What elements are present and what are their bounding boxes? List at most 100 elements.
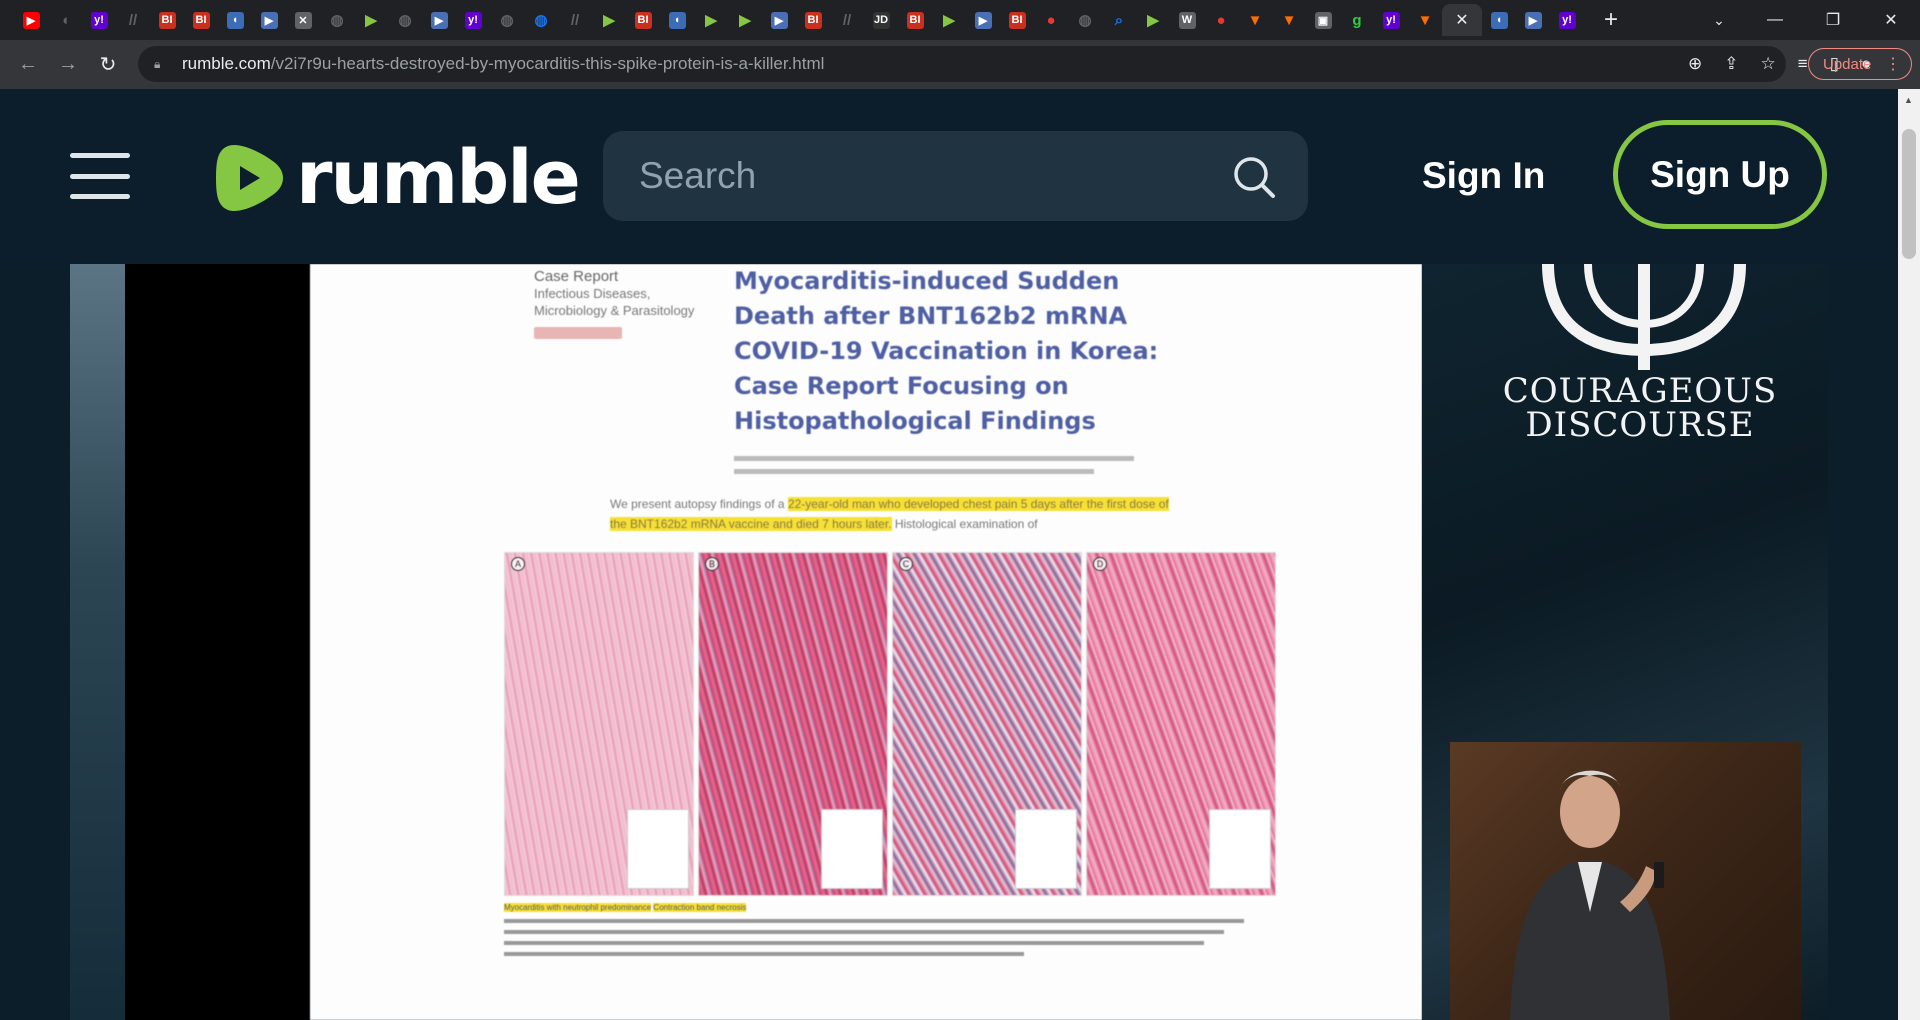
- reading-list-icon[interactable]: ≡: [1798, 54, 1808, 74]
- flag-icon: ▶: [770, 11, 788, 29]
- browser-tab[interactable]: ◖: [1482, 4, 1516, 36]
- scroll-up-icon[interactable]: ▲: [1904, 95, 1913, 105]
- browser-tab[interactable]: ●: [1204, 4, 1238, 36]
- hamburger-menu-icon[interactable]: [70, 153, 130, 199]
- slashes-icon: //: [842, 11, 852, 29]
- maximize-button[interactable]: ❐: [1804, 0, 1862, 40]
- bi-icon: BI: [1008, 11, 1026, 29]
- browser-tab[interactable]: ▶: [728, 4, 762, 36]
- browser-tab[interactable]: ▶: [966, 4, 1000, 36]
- browser-tab[interactable]: ▼: [1272, 4, 1306, 36]
- heart-inset: [1015, 809, 1077, 889]
- wsj-icon: W: [1178, 11, 1196, 29]
- new-tab-button[interactable]: +: [1594, 4, 1628, 36]
- browser-tab[interactable]: ◖: [218, 4, 252, 36]
- browser-tab[interactable]: //: [116, 4, 150, 36]
- browser-tab[interactable]: //: [558, 4, 592, 36]
- browser-tab[interactable]: //: [830, 4, 864, 36]
- browser-tab[interactable]: BI: [1000, 4, 1034, 36]
- flag-icon: ▶: [430, 11, 448, 29]
- pin-icon: ●: [1216, 11, 1226, 29]
- address-bar[interactable]: 🔒︎ rumble.com/v2i7r9u-hearts-destroyed-b…: [138, 46, 1786, 82]
- update-button[interactable]: Update ⋮: [1808, 48, 1912, 80]
- browser-tab[interactable]: ▶: [354, 4, 388, 36]
- browser-tab-active[interactable]: ✕: [1442, 4, 1482, 36]
- close-window-button[interactable]: ✕: [1862, 0, 1920, 40]
- url-text[interactable]: rumble.com/v2i7r9u-hearts-destroyed-by-m…: [182, 54, 824, 74]
- browser-tab[interactable]: ◍: [1068, 4, 1102, 36]
- browser-tab[interactable]: ◍: [388, 4, 422, 36]
- browser-tab[interactable]: ▶: [762, 4, 796, 36]
- search-input[interactable]: [639, 155, 1199, 197]
- lock-icon: ▣: [1314, 11, 1332, 29]
- youtube-icon: ▶: [22, 11, 40, 29]
- browser-tab[interactable]: ▼: [1408, 4, 1442, 36]
- browser-tab[interactable]: ▣: [1306, 4, 1340, 36]
- browser-tab[interactable]: BI: [898, 4, 932, 36]
- histology-panel-d: D: [1086, 552, 1276, 896]
- browser-tab[interactable]: W: [1170, 4, 1204, 36]
- minimize-button[interactable]: —: [1746, 0, 1804, 40]
- browser-tab[interactable]: ◖: [48, 4, 82, 36]
- browser-tab[interactable]: ◖: [660, 4, 694, 36]
- bi-icon: BI: [634, 11, 652, 29]
- menu-dots-icon[interactable]: ⋮: [1885, 54, 1901, 74]
- page-scrollbar[interactable]: ▲: [1898, 89, 1920, 1020]
- browser-tab[interactable]: g: [1340, 4, 1374, 36]
- browser-tab[interactable]: ▼: [1238, 4, 1272, 36]
- rumble-page: rumble Sign In Sign Up Case Report Infec…: [0, 89, 1898, 1020]
- heart-inset: [821, 809, 883, 889]
- tab-search-button[interactable]: ⌄: [1702, 4, 1736, 36]
- search-icon[interactable]: [1232, 155, 1276, 199]
- abstract-tail: Histological examination of: [894, 517, 1038, 531]
- globe-icon: ◍: [330, 12, 344, 29]
- sign-in-link[interactable]: Sign In: [1422, 155, 1545, 197]
- bookmark-star-icon[interactable]: ☆: [1761, 54, 1776, 74]
- reload-button[interactable]: ↻: [88, 45, 128, 85]
- browser-tab[interactable]: ◍: [320, 4, 354, 36]
- browser-tab[interactable]: ◍: [524, 4, 558, 36]
- browser-tab[interactable]: ✕: [286, 4, 320, 36]
- browser-tab[interactable]: BI: [626, 4, 660, 36]
- open-access-badge: [534, 327, 622, 339]
- rumble-logo[interactable]: rumble: [214, 137, 581, 219]
- browser-tab[interactable]: JD: [864, 4, 898, 36]
- scrollbar-thumb[interactable]: [1902, 129, 1916, 259]
- window-controls: — ❐ ✕: [1746, 0, 1920, 40]
- browser-tab[interactable]: ▶: [592, 4, 626, 36]
- browser-tab[interactable]: ◍: [490, 4, 524, 36]
- histology-panel-a: A: [504, 552, 694, 896]
- search-icon: ⌕: [1114, 11, 1124, 29]
- browser-tab[interactable]: BI: [150, 4, 184, 36]
- browser-tab[interactable]: y!: [1550, 4, 1584, 36]
- browser-tab[interactable]: y!: [1374, 4, 1408, 36]
- browser-tab[interactable]: BI: [184, 4, 218, 36]
- zoom-icon[interactable]: ⊕: [1688, 54, 1702, 74]
- lock-icon[interactable]: 🔒︎: [154, 57, 172, 72]
- browser-tab[interactable]: ▶: [694, 4, 728, 36]
- browser-tab[interactable]: ▶: [1516, 4, 1550, 36]
- sign-up-button[interactable]: Sign Up: [1613, 120, 1827, 229]
- browser-tab[interactable]: ▶: [252, 4, 286, 36]
- share-icon[interactable]: ⇪: [1724, 54, 1738, 74]
- browser-tab[interactable]: BI: [796, 4, 830, 36]
- back-button[interactable]: ←: [8, 45, 48, 85]
- heart-inset: [1209, 809, 1271, 889]
- forward-button[interactable]: →: [48, 45, 88, 85]
- browser-tab[interactable]: y!: [456, 4, 490, 36]
- yahoo-icon: y!: [464, 11, 482, 29]
- browser-tab[interactable]: ⌕: [1102, 4, 1136, 36]
- video-player[interactable]: Case Report Infectious Diseases, Microbi…: [70, 264, 1828, 1020]
- globe-icon: ◍: [398, 12, 412, 29]
- browser-tab[interactable]: ▶: [1136, 4, 1170, 36]
- bookmark-icon: ▼: [1247, 11, 1263, 29]
- browser-tab[interactable]: ▶: [14, 4, 48, 36]
- browser-tab[interactable]: ▶: [422, 4, 456, 36]
- close-tab-icon[interactable]: ✕: [1455, 10, 1468, 30]
- browser-tab[interactable]: y!: [82, 4, 116, 36]
- histology-panel-b: B: [698, 552, 888, 896]
- panel-label: C: [899, 557, 913, 571]
- browser-tab[interactable]: ●: [1034, 4, 1068, 36]
- flag-icon: ▶: [1524, 11, 1542, 29]
- browser-tab[interactable]: ▶: [932, 4, 966, 36]
